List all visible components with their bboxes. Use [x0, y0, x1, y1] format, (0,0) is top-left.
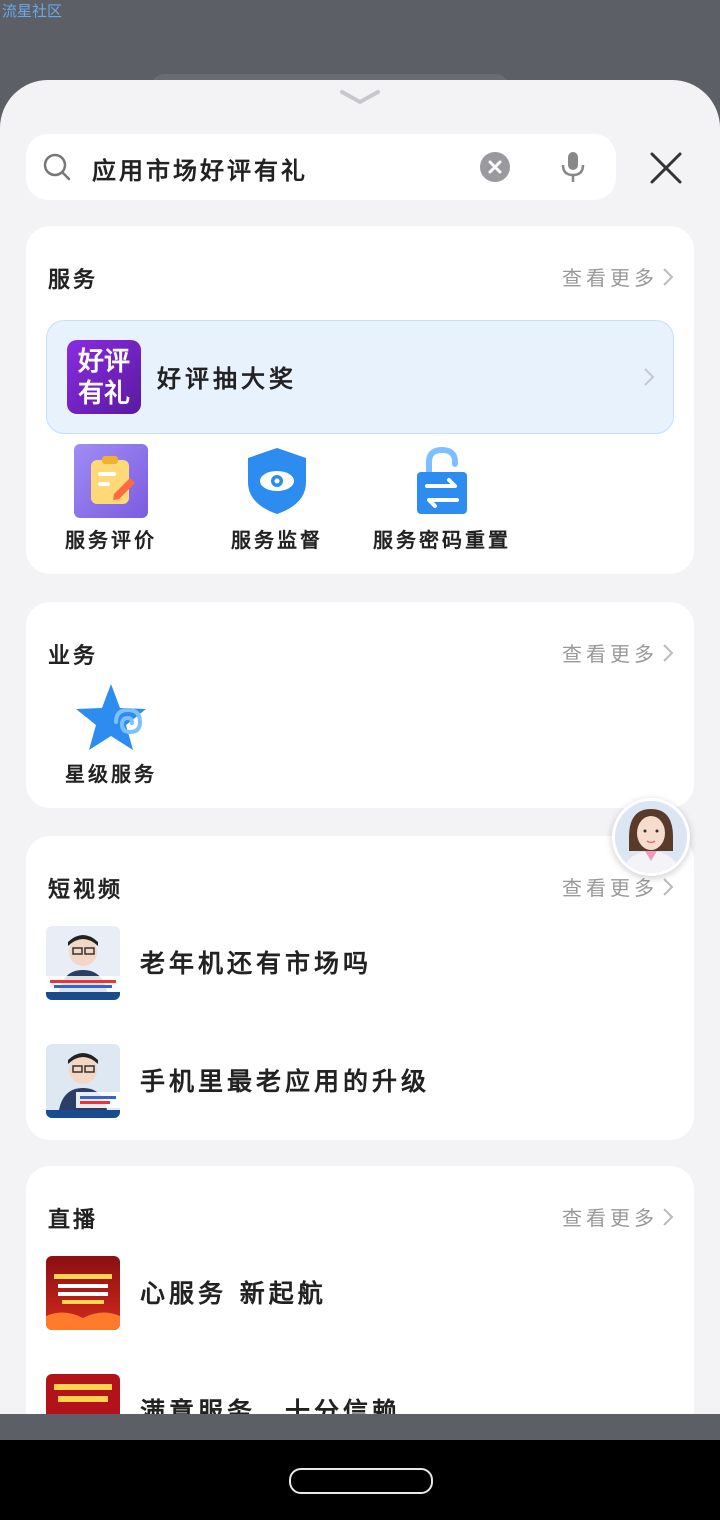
business-card: 业务 查看更多 星级服务	[26, 602, 694, 808]
chevron-right-icon	[663, 1207, 674, 1226]
service-supervision-item[interactable]: 服务监督	[222, 444, 332, 553]
search-input[interactable]	[90, 146, 474, 190]
review-icon	[74, 444, 148, 518]
video-title: 手机里最老应用的升级	[140, 1067, 431, 1096]
short-video-card: 短视频 查看更多 老年机还有市场吗 手机里最老应用的升级	[26, 836, 694, 1140]
video-title: 老年机还有市场吗	[140, 949, 373, 978]
unlock-icon	[417, 446, 467, 514]
short-video-more-link[interactable]: 查看更多	[562, 872, 674, 901]
microphone-icon[interactable]	[560, 150, 586, 184]
live-item[interactable]: 满意服务，十分信赖	[46, 1374, 666, 1414]
live-title: 直播	[48, 1208, 99, 1233]
services-title: 服务	[48, 268, 99, 293]
chevron-down-icon[interactable]	[340, 88, 380, 106]
service-password-reset-item[interactable]: 服务密码重置	[370, 444, 514, 553]
services-card: 服务 查看更多 好评 有礼 好评抽大奖 服务评价 服务监督 服务密码重置	[26, 226, 694, 574]
service-password-reset-label: 服务密码重置	[373, 528, 511, 552]
more-label: 查看更多	[562, 876, 658, 900]
more-label: 查看更多	[562, 642, 658, 666]
banner-title: 好评抽大奖	[157, 365, 297, 393]
live-title-text: 心服务 新起航	[140, 1279, 327, 1308]
video-item[interactable]: 老年机还有市场吗	[46, 926, 666, 1002]
clear-icon[interactable]	[480, 152, 510, 182]
watermark-text: 流星社区	[2, 2, 63, 20]
live-thumbnail	[46, 1374, 120, 1414]
chevron-right-icon	[644, 368, 655, 386]
search-icon	[43, 153, 71, 181]
video-thumbnail	[46, 926, 120, 1000]
short-video-title: 短视频	[48, 878, 124, 903]
service-supervision-label: 服务监督	[231, 528, 323, 552]
business-more-link[interactable]: 查看更多	[562, 638, 674, 667]
star-icon	[76, 684, 146, 750]
more-label: 查看更多	[562, 1206, 658, 1230]
video-item[interactable]: 手机里最老应用的升级	[46, 1044, 666, 1120]
service-review-label: 服务评价	[65, 528, 157, 552]
star-service-label: 星级服务	[65, 762, 157, 786]
live-card: 直播 查看更多 心服务 新起航 满意服务，十分信赖	[26, 1166, 694, 1414]
search-bar[interactable]	[26, 134, 616, 200]
good-review-banner[interactable]: 好评 有礼 好评抽大奖	[46, 320, 674, 434]
good-review-logo: 好评 有礼	[67, 340, 141, 414]
chevron-right-icon	[663, 877, 674, 896]
more-label: 查看更多	[562, 266, 658, 290]
star-service-item[interactable]: 星级服务	[56, 682, 166, 787]
video-thumbnail	[46, 1044, 120, 1118]
close-icon[interactable]	[646, 148, 686, 188]
service-review-item[interactable]: 服务评价	[56, 444, 166, 553]
assistant-avatar[interactable]	[612, 798, 690, 876]
home-gesture-bar[interactable]	[289, 1468, 433, 1494]
system-navigation-bar	[0, 1440, 720, 1520]
services-more-link[interactable]: 查看更多	[562, 262, 674, 291]
live-item[interactable]: 心服务 新起航	[46, 1256, 666, 1332]
chevron-right-icon	[663, 643, 674, 662]
business-title: 业务	[48, 644, 99, 669]
chevron-right-icon	[663, 267, 674, 286]
live-more-link[interactable]: 查看更多	[562, 1202, 674, 1231]
live-title-text: 满意服务，十分信赖	[140, 1397, 402, 1414]
logo-line-2: 有礼	[77, 379, 130, 409]
logo-line-1: 好评	[77, 347, 130, 377]
live-thumbnail	[46, 1256, 120, 1330]
search-sheet: 服务 查看更多 好评 有礼 好评抽大奖 服务评价	[0, 80, 720, 1414]
eye-shield-icon	[248, 448, 306, 514]
